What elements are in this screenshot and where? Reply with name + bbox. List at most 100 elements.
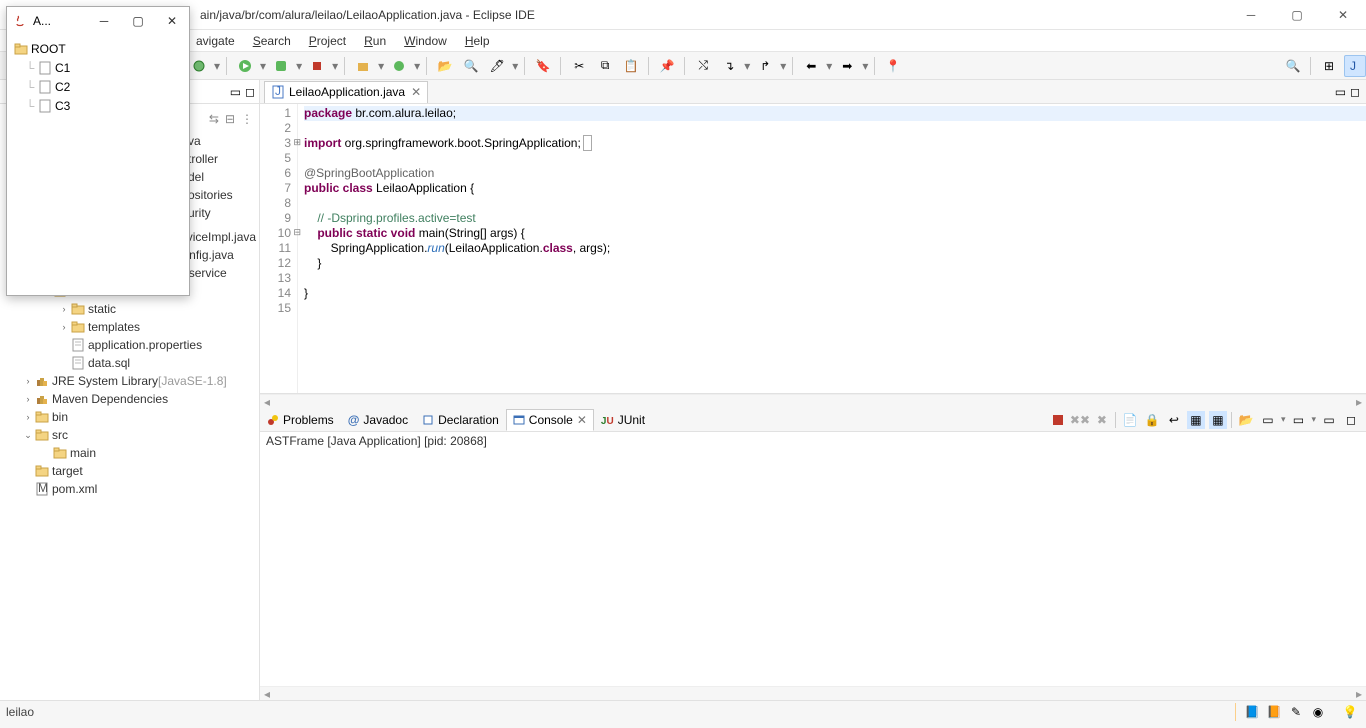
tree-item[interactable]: ⌄ src	[14, 426, 259, 444]
popup-tree[interactable]: ROOT └ C1└ C2└ C3	[7, 35, 189, 295]
wand-button[interactable]: 🖊	[486, 55, 508, 77]
popup-minimize-button[interactable]: ─	[87, 7, 121, 35]
display-selected-button[interactable]: ▭	[1259, 411, 1277, 429]
popup-tree-item[interactable]: └ C2	[9, 77, 187, 96]
terminate-button[interactable]	[1049, 411, 1067, 429]
tree-item[interactable]: › templates	[14, 318, 259, 336]
word-wrap-button[interactable]: ↩	[1165, 411, 1183, 429]
external-tools-button[interactable]	[306, 55, 328, 77]
step-in-icon[interactable]: ↴	[718, 55, 740, 77]
tree-root-node[interactable]: ROOT	[9, 39, 187, 58]
open-console-button[interactable]: 📂	[1237, 411, 1255, 429]
popup-maximize-button[interactable]: ▢	[121, 7, 155, 35]
debug-button[interactable]	[188, 55, 210, 77]
tree-item[interactable]: › bin	[14, 408, 259, 426]
back-button[interactable]: ⬅	[800, 55, 822, 77]
show-console-button[interactable]: ▦	[1187, 411, 1205, 429]
remove-all-button[interactable]: ✖	[1093, 411, 1111, 429]
menu-project[interactable]: Project	[301, 32, 354, 50]
tree-item[interactable]: › Maven Dependencies	[14, 390, 259, 408]
maximize-button[interactable]: ▢	[1274, 0, 1320, 30]
tip-icon[interactable]: 💡	[1340, 703, 1360, 721]
menu-help[interactable]: Help	[457, 32, 498, 50]
pin-editor-button[interactable]: 📍	[882, 55, 904, 77]
coverage-button[interactable]	[270, 55, 292, 77]
tree-item[interactable]: data.sql	[14, 354, 259, 372]
open-type-button[interactable]: 📂	[434, 55, 456, 77]
tree-item[interactable]: M pom.xml	[14, 480, 259, 498]
collapse-all-icon[interactable]: ⊟	[225, 112, 235, 126]
tree-item[interactable]: application.properties	[14, 336, 259, 354]
maximize-editor-icon[interactable]: ◻	[1350, 85, 1360, 99]
new-package-button[interactable]	[352, 55, 374, 77]
remove-launch-button[interactable]: ✖✖	[1071, 411, 1089, 429]
editor-tab[interactable]: J LeilaoApplication.java ✕	[264, 81, 428, 103]
maximize-view-icon[interactable]: ◻	[245, 85, 255, 99]
close-tab-icon[interactable]: ✕	[577, 413, 587, 427]
code-content[interactable]: package br.com.alura.leilao;import org.s…	[298, 104, 1366, 393]
search-toolbar-button[interactable]: 🔍	[1282, 55, 1304, 77]
tree-node-label: target	[52, 464, 83, 478]
tree-twisty-icon[interactable]: ›	[22, 376, 34, 386]
minimize-button[interactable]: ─	[1228, 0, 1274, 30]
link-editor-icon[interactable]: ⇆	[209, 112, 219, 126]
new-class-button[interactable]	[388, 55, 410, 77]
pin-button[interactable]: 📌	[656, 55, 678, 77]
ast-frame-window[interactable]: A... ─ ▢ ✕ ROOT └ C1└ C2└ C3	[6, 6, 190, 296]
tree-twisty-icon[interactable]: ›	[22, 394, 34, 404]
menu-search[interactable]: Search	[245, 32, 299, 50]
show-console-err-button[interactable]: ▦	[1209, 411, 1227, 429]
samples-icon[interactable]: 📙	[1264, 703, 1284, 721]
open-perspective-button[interactable]: ⊞	[1318, 55, 1340, 77]
minimize-view-icon[interactable]: ▭	[230, 85, 241, 99]
step-out-icon[interactable]: ↱	[754, 55, 776, 77]
open-task-button[interactable]: 🔍	[460, 55, 482, 77]
bottom-tab-problems[interactable]: Problems	[260, 409, 341, 431]
view-menu-icon[interactable]: ⋮	[241, 112, 253, 126]
menu-window[interactable]: Window	[396, 32, 455, 50]
forward-button[interactable]: ➡	[836, 55, 858, 77]
bottom-tab-declaration[interactable]: Declaration	[415, 409, 506, 431]
bottom-tab-console[interactable]: Console✕	[506, 409, 594, 431]
run-button[interactable]	[234, 55, 256, 77]
toggle-mark-button[interactable]: 🔖	[532, 55, 554, 77]
popup-close-button[interactable]: ✕	[155, 7, 189, 35]
whatsnew-icon[interactable]: ✎	[1286, 703, 1306, 721]
console-output[interactable]: ASTFrame [Java Application] [pid: 20868]	[260, 432, 1366, 686]
tree-item[interactable]: › static	[14, 300, 259, 318]
paste-button[interactable]: 📋	[620, 55, 642, 77]
max-bottom-icon[interactable]: ◻	[1342, 411, 1360, 429]
min-bottom-icon[interactable]: ▭	[1320, 411, 1338, 429]
editor-scrollbar[interactable]: ◂▸	[260, 394, 1366, 408]
bottom-tab-junit[interactable]: JUJUnit	[594, 409, 652, 431]
new-console-button[interactable]: ▭	[1289, 411, 1307, 429]
tree-twisty-icon[interactable]: ›	[58, 304, 70, 314]
popup-titlebar[interactable]: A... ─ ▢ ✕	[7, 7, 189, 35]
tutorials-icon[interactable]: 📘	[1242, 703, 1262, 721]
tree-twisty-icon[interactable]: ›	[58, 322, 70, 332]
tree-item[interactable]: target	[14, 462, 259, 480]
menu-navigate[interactable]: avigate	[188, 32, 243, 50]
step-over-icon[interactable]: ⤭	[692, 55, 714, 77]
close-tab-icon[interactable]: ✕	[409, 85, 421, 99]
tree-item[interactable]: › JRE System Library [JavaSE-1.8]	[14, 372, 259, 390]
scroll-lock-button[interactable]: 🔒	[1143, 411, 1161, 429]
code-editor[interactable]: 123⊞5678910⊟1112131415 package br.com.al…	[260, 104, 1366, 394]
tree-twisty-icon[interactable]: ›	[22, 412, 34, 422]
cut-button[interactable]: ✂	[568, 55, 590, 77]
bottom-tab-javadoc[interactable]: @Javadoc	[341, 409, 415, 431]
popup-tree-item[interactable]: └ C1	[9, 58, 187, 77]
bottom-tab-label: Javadoc	[363, 413, 408, 427]
minimize-editor-icon[interactable]: ▭	[1335, 85, 1346, 99]
java-perspective-button[interactable]: J	[1344, 55, 1366, 77]
close-button[interactable]: ✕	[1320, 0, 1366, 30]
tree-item[interactable]: main	[14, 444, 259, 462]
tree-root-label: ROOT	[31, 42, 66, 56]
overview-icon[interactable]: ◉	[1308, 703, 1328, 721]
clear-console-button[interactable]: 📄	[1121, 411, 1139, 429]
tree-twisty-icon[interactable]: ⌄	[22, 430, 34, 441]
copy-button[interactable]: ⧉	[594, 55, 616, 77]
popup-tree-item[interactable]: └ C3	[9, 96, 187, 115]
menu-run[interactable]: Run	[356, 32, 394, 50]
console-scrollbar[interactable]: ◂▸	[260, 686, 1366, 700]
